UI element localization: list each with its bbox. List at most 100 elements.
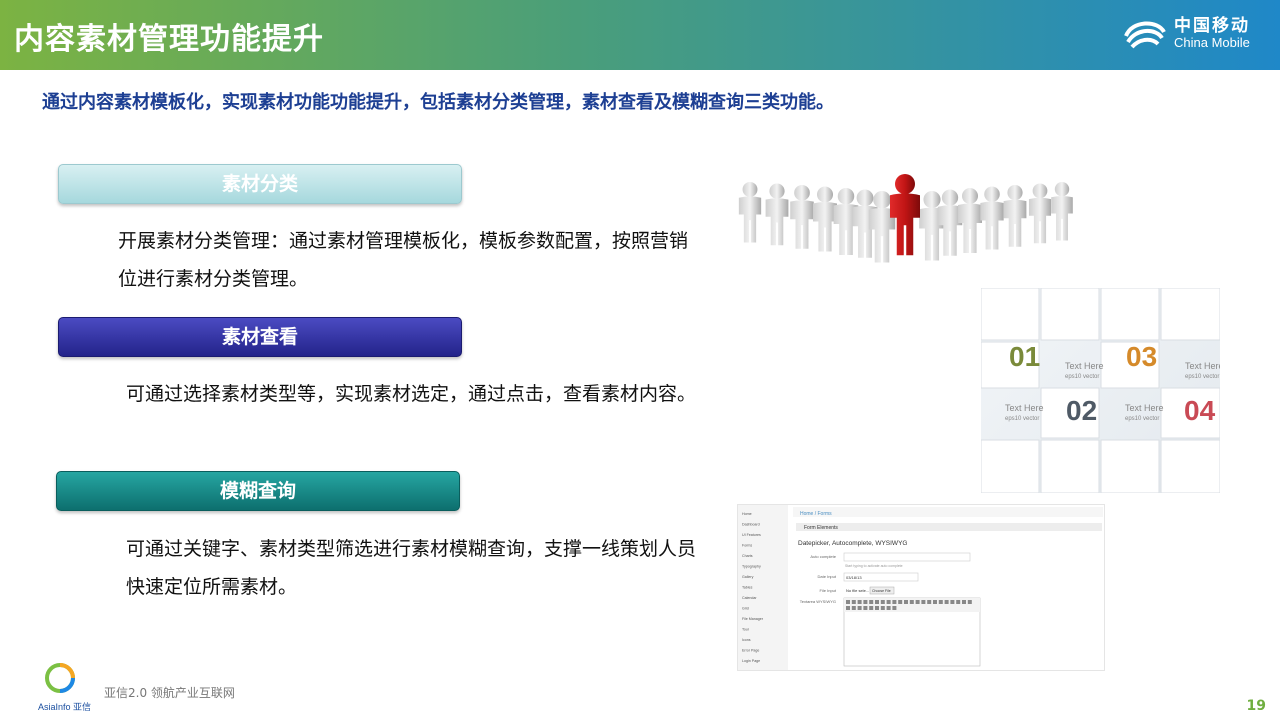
choose-file-button: Choose File [872, 589, 891, 593]
category-pill: 素材分类 [58, 164, 462, 204]
toolbar-button [863, 606, 868, 610]
toolbar-button [938, 600, 943, 604]
china-mobile-logo: 中国移动 China Mobile [1122, 16, 1250, 52]
caption-3-sub: eps10 vector [1005, 416, 1039, 422]
view-pill: 素材查看 [58, 317, 462, 357]
caption-4: Text Here [1125, 403, 1164, 413]
nav-item: Typography [742, 565, 761, 569]
caption-4-sub: eps10 vector [1125, 416, 1159, 422]
field-file: File Input [820, 588, 837, 593]
crowd-person [738, 182, 762, 243]
page-title: 内容素材管理功能提升 [14, 22, 324, 57]
footer-slogan: 亚信2.0 领航产业互联网 [104, 686, 235, 700]
nav-item: Tables [742, 586, 753, 590]
crowd-person [1051, 182, 1073, 241]
brand-cn: 中国移动 [1174, 16, 1250, 37]
caption-2-sub: eps10 vector [1185, 374, 1219, 380]
panel-title: Form Elements [804, 525, 838, 531]
caption-1-sub: eps10 vector [1065, 374, 1099, 380]
nav-item: Icons [742, 638, 751, 642]
toolbar-button [880, 606, 885, 610]
autocomplete-hint: Start typing to activate auto complete [845, 564, 903, 568]
toolbar-button [875, 606, 879, 610]
caption-2: Text Here [1185, 361, 1220, 371]
field-date: Date Input [818, 574, 837, 579]
breadcrumb: Home / Forms [800, 511, 832, 517]
toolbar-button [904, 600, 908, 604]
file-value: No file sele... [846, 588, 869, 593]
toolbar-button [869, 606, 874, 610]
china-mobile-mark-icon [1124, 21, 1166, 49]
step-02: 02 [1066, 395, 1097, 426]
nav-item: Gallery [742, 575, 754, 579]
view-description: 可通过选择素材类型等，实现素材选定，通过点击，查看素材内容。 [126, 383, 697, 405]
date-value: 03/18/13 [846, 575, 862, 580]
crowd-person [813, 186, 837, 252]
fuzzy-search-description: 可通过关键字、素材类型筛选进行素材模糊查询，支撑一线策划人员快速定位所需素材。 [126, 538, 697, 598]
toolbar-button [921, 600, 926, 604]
crowd-person [790, 185, 814, 249]
toolbar-button [851, 606, 856, 610]
toolbar-button [927, 600, 932, 604]
caption-3: Text Here [1005, 403, 1044, 413]
asiainfo-wordmark: AsiaInfo 亚信 [38, 702, 92, 712]
crowd-person [980, 186, 1004, 250]
toolbar-button [950, 600, 955, 604]
step-03: 03 [1126, 341, 1157, 372]
nav-item: Home [742, 512, 752, 516]
toolbar-button [956, 600, 961, 604]
toolbar-button [915, 600, 920, 604]
numbered-steps-svg: 01 02 03 04 Text Here eps10 vector Text … [980, 287, 1224, 494]
brand-en: China Mobile [1174, 35, 1250, 51]
crowd-leader-illustration [738, 174, 1073, 263]
crowd-person [919, 191, 945, 261]
numbered-steps-graphic: 01 02 03 04 Text Here eps10 vector Text … [980, 287, 1224, 494]
step-04: 04 [1184, 395, 1216, 426]
leader-person [890, 174, 920, 256]
caption-1: Text Here [1065, 361, 1104, 371]
toolbar-button [851, 600, 856, 604]
form-heading: Datepicker, Autocomplete, WYSIWYG [798, 540, 907, 547]
toolbar-button [886, 600, 891, 604]
nav-item: Charts [742, 554, 753, 558]
nav-item: UI Features [742, 533, 761, 537]
summary-text: 通过内容素材模板化，实现素材功能功能提升，包括素材分类管理，素材查看及模糊查询三… [42, 92, 834, 113]
toolbar-button [962, 600, 966, 604]
nav-item: Login Page [742, 659, 760, 663]
toolbar-button [846, 600, 850, 604]
toolbar-button [892, 606, 897, 610]
category-description: 开展素材分类管理：通过素材管理模板化，模板参数配置，按照营销位进行素材分类管理。 [118, 230, 689, 290]
toolbar-button [944, 600, 949, 604]
toolbar-button [857, 600, 862, 604]
header-bar: 内容素材管理功能提升 中国移动 China Mobile [0, 0, 1280, 70]
nav-item: Error Page [742, 649, 759, 653]
fuzzy-search-pill: 模糊查询 [56, 471, 460, 511]
toolbar-button [967, 600, 972, 604]
toolbar-button [846, 606, 850, 610]
form-screenshot: Home Dashboard UI Features Forms Charts Typog… [737, 504, 1105, 671]
toolbar-button [909, 600, 914, 604]
nav-item: Grid [742, 607, 749, 611]
toolbar-button [869, 600, 874, 604]
crowd-person [958, 188, 982, 253]
crowd-person [1028, 183, 1052, 244]
page-number: 19 [1246, 698, 1266, 714]
toolbar-button [857, 606, 862, 610]
crowd-person [765, 183, 789, 246]
form-screenshot-svg: Home Dashboard UI Features Forms Charts Typog… [738, 505, 1103, 670]
toolbar-button [880, 600, 885, 604]
toolbar-button [886, 606, 891, 610]
field-autocomplete: Auto complete [810, 554, 836, 559]
toolbar-button [875, 600, 879, 604]
nav-item: Tour [742, 628, 750, 632]
nav-item: Dashboard [742, 523, 760, 527]
field-wysiwyg: Textarea WYSIWYG [800, 599, 836, 604]
nav-item: Forms [742, 544, 752, 548]
toolbar-button [898, 600, 903, 604]
step-01: 01 [1009, 341, 1040, 372]
nav-item: File Manager [742, 617, 764, 621]
crowd-person [1003, 185, 1027, 247]
toolbar-button [933, 600, 937, 604]
toolbar-button [892, 600, 897, 604]
toolbar-button [863, 600, 868, 604]
